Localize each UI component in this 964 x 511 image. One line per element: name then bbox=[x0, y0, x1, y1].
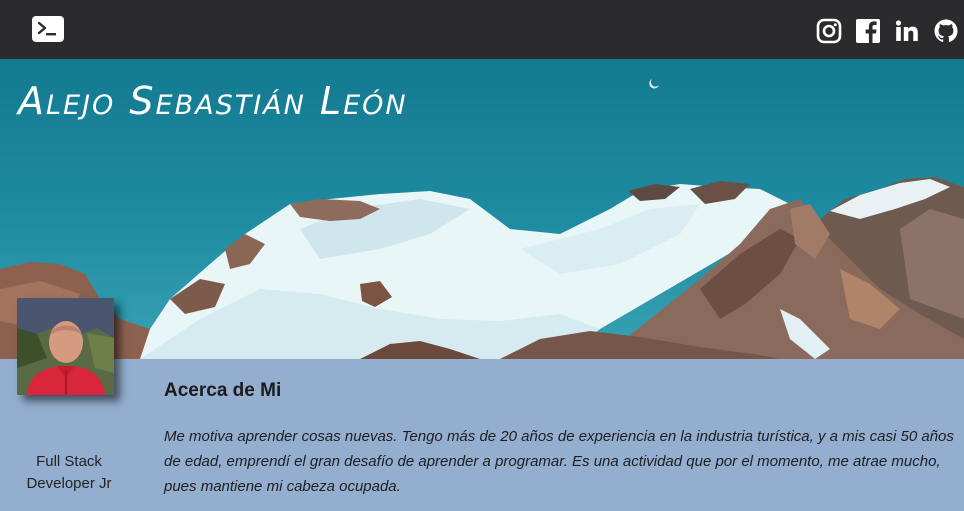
github-icon[interactable] bbox=[933, 18, 959, 44]
linkedin-icon[interactable] bbox=[894, 18, 920, 44]
hero-banner: Alejo Sebastián León bbox=[0, 59, 964, 359]
role-text: Full Stack Developer Jr bbox=[14, 451, 124, 495]
about-paragraph: Me motiva aprender cosas nuevas. Tengo m… bbox=[164, 428, 954, 495]
terminal-icon[interactable] bbox=[32, 16, 64, 42]
role-line-1: Full Stack bbox=[36, 453, 102, 470]
avatar bbox=[17, 298, 114, 395]
facebook-icon[interactable] bbox=[855, 18, 881, 44]
role-line-2: Developer Jr bbox=[26, 475, 112, 492]
hero-title: Alejo Sebastián León bbox=[18, 79, 408, 123]
about-heading: Acerca de Mi bbox=[164, 380, 282, 401]
instagram-icon[interactable] bbox=[816, 18, 842, 44]
top-navbar bbox=[0, 0, 964, 59]
